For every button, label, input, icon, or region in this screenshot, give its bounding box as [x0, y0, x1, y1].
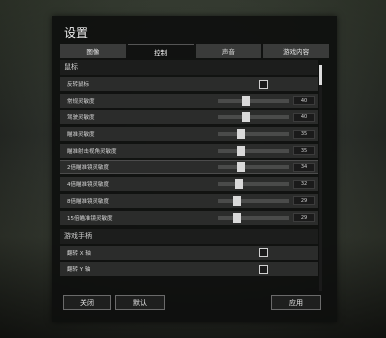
setting-row-sensitivity: 瞄准灵敏度 35 [60, 127, 318, 142]
slider-track[interactable] [218, 165, 289, 170]
sensitivity-slider[interactable] [218, 162, 289, 173]
sensitivity-value-input[interactable]: 29 [293, 196, 315, 206]
sensitivity-value-input[interactable]: 40 [293, 112, 315, 122]
setting-label: 瞄准射击视角灵敏度 [67, 148, 117, 155]
default-button[interactable]: 默认 [115, 295, 165, 310]
settings-tabs: 图像 控制 声音 游戏内容 [60, 44, 329, 58]
setting-row-sensitivity: 驾驶灵敏度 40 [60, 110, 318, 125]
settings-content: 鼠标 反转鼠标 常规灵敏度 40 驾驶灵敏度 40 瞄准灵敏度 35 瞄准射击视角灵敏度 35… [60, 60, 318, 290]
setting-row-sensitivity: 2倍瞄准镜灵敏度 34 [60, 160, 318, 175]
scroll-thumb[interactable] [319, 65, 322, 85]
close-button[interactable]: 关闭 [63, 295, 111, 310]
slider-track[interactable] [218, 132, 289, 137]
setting-label: 反转鼠标 [67, 82, 90, 88]
setting-label: 8倍瞄准镜灵敏度 [67, 198, 109, 205]
slider-handle[interactable] [235, 179, 244, 190]
slider-handle[interactable] [237, 145, 246, 156]
setting-label: 翻转 Y 轴 [67, 267, 91, 274]
setting-label: 15倍瞄准镜灵敏度 [67, 215, 113, 222]
setting-label: 翻转 X 轴 [67, 250, 91, 257]
setting-row-invert-x: 翻转 X 轴 [60, 245, 318, 260]
sensitivity-value-input[interactable]: 29 [293, 213, 315, 222]
slider-handle[interactable] [242, 112, 251, 123]
invert-y-checkbox[interactable] [259, 264, 268, 274]
slider-track[interactable] [218, 115, 289, 120]
settings-dialog: 设置 图像 控制 声音 游戏内容 鼠标 反转鼠标 常规灵敏度 40 驾驶灵敏度 40 瞄… [52, 16, 337, 322]
apply-button[interactable]: 应用 [271, 295, 321, 310]
setting-row-sensitivity: 瞄准射击视角灵敏度 35 [60, 143, 318, 158]
slider-handle[interactable] [236, 162, 245, 173]
sensitivity-slider[interactable] [218, 195, 289, 206]
setting-row-invert-y: 翻转 Y 轴 [60, 262, 318, 277]
setting-label: 瞄准灵敏度 [67, 132, 95, 139]
setting-row-sensitivity: 15倍瞄准镜灵敏度 29 [60, 210, 318, 225]
slider-handle[interactable] [233, 212, 242, 223]
tab-gameplay[interactable]: 游戏内容 [263, 44, 329, 58]
setting-row-sensitivity: 8倍瞄准镜灵敏度 29 [60, 193, 318, 208]
slider-track[interactable] [218, 98, 289, 103]
dialog-title: 设置 [64, 26, 89, 40]
sensitivity-slider[interactable] [218, 95, 289, 106]
settings-scrollbar[interactable] [319, 65, 322, 291]
setting-row-sensitivity: 常规灵敏度 40 [60, 93, 318, 108]
section-header-gamepad: 游戏手柄 [60, 228, 318, 244]
sensitivity-value-input[interactable]: 35 [293, 129, 315, 139]
sensitivity-value-input[interactable]: 34 [293, 162, 315, 172]
slider-track[interactable] [218, 182, 289, 187]
sensitivity-value-input[interactable]: 40 [293, 96, 315, 106]
slider-track[interactable] [218, 215, 289, 220]
invert-mouse-checkbox[interactable] [259, 79, 268, 89]
sensitivity-slider[interactable] [218, 112, 289, 123]
tab-controls[interactable]: 控制 [127, 44, 194, 58]
sensitivity-value-input[interactable]: 32 [293, 179, 315, 189]
invert-x-checkbox[interactable] [259, 248, 268, 257]
sensitivity-slider[interactable] [218, 129, 289, 140]
slider-handle[interactable] [242, 95, 251, 106]
setting-row-sensitivity: 4倍瞄准镜灵敏度 32 [60, 177, 318, 192]
sensitivity-slider[interactable] [218, 179, 289, 190]
sensitivity-value-input[interactable]: 35 [293, 146, 315, 156]
setting-label: 常规灵敏度 [67, 98, 95, 105]
slider-track[interactable] [218, 148, 289, 153]
slider-track[interactable] [218, 198, 289, 203]
setting-label: 驾驶灵敏度 [67, 115, 95, 122]
sensitivity-slider[interactable] [218, 145, 289, 156]
setting-row-invert-mouse: 反转鼠标 [60, 77, 318, 91]
tab-graphics[interactable]: 图像 [60, 44, 126, 58]
tab-audio[interactable]: 声音 [195, 44, 262, 58]
setting-label: 4倍瞄准镜灵敏度 [67, 182, 109, 189]
slider-handle[interactable] [237, 129, 246, 140]
slider-handle[interactable] [233, 195, 242, 206]
setting-label: 2倍瞄准镜灵敏度 [67, 165, 109, 172]
section-header-mouse: 鼠标 [60, 60, 318, 75]
sensitivity-slider[interactable] [218, 212, 289, 223]
